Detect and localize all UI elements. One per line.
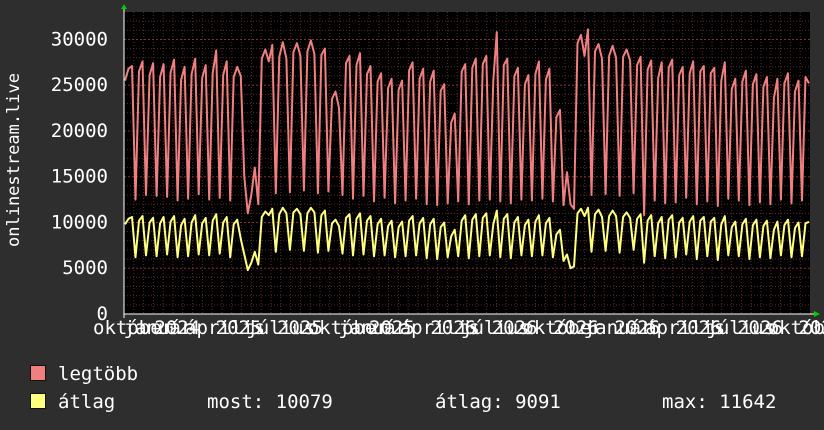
legend-swatch-max	[30, 365, 46, 381]
legend-swatch-avg	[30, 393, 46, 409]
x-tick-label: 2026	[798, 317, 824, 339]
y-tick-label: 10000	[51, 211, 108, 233]
stat-avg: átlag: 9091	[435, 391, 561, 413]
legend-label-max: legtöbb	[58, 363, 139, 385]
stat-max: max: 11642	[662, 391, 777, 413]
chart: 050001000015000200002500030000októberjan…	[51, 4, 824, 339]
y-tick-label: 30000	[51, 28, 108, 50]
legend-label-avg: átlag	[58, 391, 116, 413]
y-tick-label: 25000	[51, 74, 108, 96]
y-axis-label: onlinestream.live	[2, 0, 26, 320]
legend-item-avg: átlag	[30, 391, 115, 413]
legend-item-max: legtöbb	[30, 363, 138, 385]
y-tick-label: 20000	[51, 120, 108, 142]
y-tick-label: 5000	[62, 257, 108, 279]
y-axis-arrow	[121, 4, 127, 9]
y-tick-label: 15000	[51, 166, 108, 188]
y-axis-label-text: onlinestream.live	[4, 73, 24, 247]
stat-now: most: 10079	[207, 391, 333, 413]
